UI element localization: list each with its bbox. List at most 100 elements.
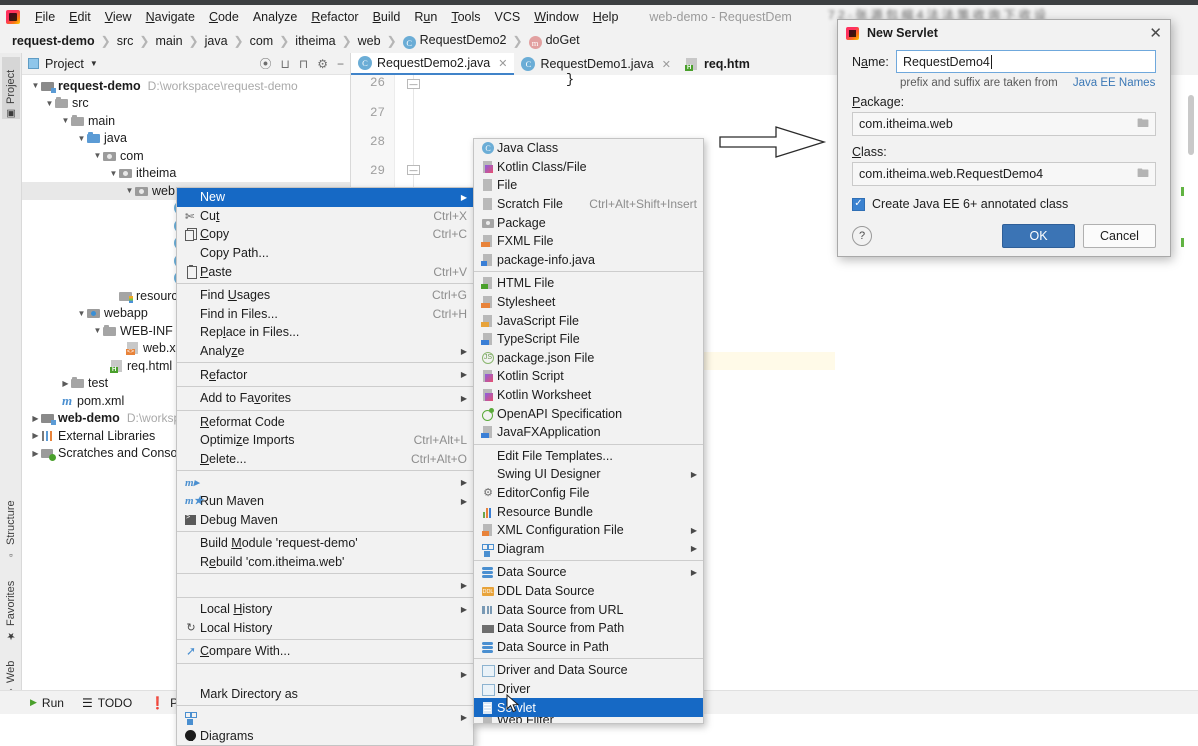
context-menu-item-mark-directory-as[interactable]: ▶ bbox=[177, 666, 473, 685]
chevron-down-icon[interactable]: ▼ bbox=[92, 151, 103, 160]
context-menu-item-optimize-imports[interactable]: Optimize Imports Ctrl+Alt+L bbox=[177, 431, 473, 450]
context-menu-item-copy-path[interactable]: Copy Path... bbox=[177, 244, 473, 263]
fold-marker[interactable]: — bbox=[407, 165, 420, 175]
annotated-class-checkbox-row[interactable]: ✓ Create Java EE 6+ annotated class bbox=[852, 197, 1156, 211]
close-icon[interactable]: ✕ bbox=[662, 58, 671, 71]
submenu-item-ddl-data-source[interactable]: DDL DDL Data Source bbox=[474, 582, 703, 601]
context-menu-item-new[interactable]: New ▶ bbox=[177, 188, 473, 207]
submenu-item-typescript-file[interactable]: TypeScript File bbox=[474, 330, 703, 349]
browse-folder-icon[interactable]: 🖿 bbox=[1137, 114, 1149, 135]
locate-icon[interactable]: ⦿ bbox=[259, 55, 271, 72]
context-menu-item-create-gist[interactable]: Diagrams bbox=[177, 726, 473, 745]
submenu-item-swing-ui-designer[interactable]: Swing UI Designer ▶ bbox=[474, 465, 703, 484]
breadcrumb-item-src[interactable]: src bbox=[117, 34, 134, 48]
expand-all-icon[interactable]: ⊓ bbox=[299, 57, 308, 71]
context-menu-item-debug-maven[interactable]: m★ Run Maven ▶ bbox=[177, 492, 473, 511]
name-input[interactable]: RequestDemo4 bbox=[896, 50, 1156, 73]
submenu-item-web-filter[interactable]: Web Filter bbox=[474, 716, 703, 723]
hide-icon[interactable]: − bbox=[337, 57, 344, 71]
editor-scrollbar[interactable] bbox=[1188, 95, 1194, 155]
chevron-right-icon[interactable]: ▶ bbox=[30, 449, 41, 458]
collapse-all-icon[interactable]: ⊔ bbox=[280, 57, 289, 71]
chevron-down-icon[interactable]: ▼ bbox=[92, 326, 103, 335]
context-menu-item-diagrams[interactable]: ▶ bbox=[177, 708, 473, 727]
submenu-item-openapi-specification[interactable]: OpenAPI Specification bbox=[474, 404, 703, 423]
context-menu-item-copy[interactable]: Copy Ctrl+C bbox=[177, 225, 473, 244]
bottom-item-run[interactable]: ▶ Run bbox=[30, 696, 64, 710]
submenu-item-scratch-file[interactable]: Scratch File Ctrl+Alt+Shift+Insert bbox=[474, 195, 703, 214]
checkbox-checked-icon[interactable]: ✓ bbox=[852, 197, 865, 211]
sidebar-item-favorites[interactable]: ★ Favorites bbox=[2, 571, 20, 641]
menu-item-analyze[interactable]: Analyze bbox=[246, 8, 304, 26]
submenu-item-data-source[interactable]: Data Source ▶ bbox=[474, 563, 703, 582]
chevron-right-icon[interactable]: ▶ bbox=[60, 379, 71, 388]
menu-item-file[interactable]: File bbox=[28, 8, 62, 26]
context-menu-item-paste[interactable]: Paste Ctrl+V bbox=[177, 262, 473, 281]
submenu-item-package-json-file[interactable]: JS package.json File bbox=[474, 349, 703, 368]
menu-item-help[interactable]: Help bbox=[586, 8, 626, 26]
submenu-item-data-source-in-path[interactable]: Data Source in Path bbox=[474, 637, 703, 656]
menu-item-code[interactable]: Code bbox=[202, 8, 246, 26]
tree-node-main[interactable]: ▼ main bbox=[22, 112, 350, 130]
menu-item-view[interactable]: View bbox=[98, 8, 139, 26]
context-menu-item-remove-bom[interactable]: Mark Directory as bbox=[177, 684, 473, 703]
submenu-item-xml-configuration-file[interactable]: XML Configuration File ▶ bbox=[474, 521, 703, 540]
submenu-item-stylesheet[interactable]: Stylesheet bbox=[474, 293, 703, 312]
chevron-down-icon[interactable]: ▼ bbox=[60, 116, 71, 125]
ok-button[interactable]: OK bbox=[1002, 224, 1075, 248]
submenu-item-kotlin-worksheet[interactable]: Kotlin Worksheet bbox=[474, 386, 703, 405]
tab-request-demo2[interactable]: C RequestDemo2.java ✕ bbox=[351, 53, 515, 75]
submenu-item-kotlin-script[interactable]: Kotlin Script bbox=[474, 367, 703, 386]
breadcrumb-item-project[interactable]: request-demo bbox=[12, 34, 95, 48]
help-button[interactable]: ? bbox=[852, 226, 872, 246]
breadcrumb-item-class[interactable]: C RequestDemo2 bbox=[402, 33, 507, 50]
class-input[interactable]: com.itheima.web.RequestDemo4 🖿 bbox=[852, 162, 1156, 186]
submenu-item-kotlin-class-file[interactable]: Kotlin Class/File bbox=[474, 158, 703, 177]
menu-item-navigate[interactable]: Navigate bbox=[139, 8, 202, 26]
context-menu-item-replace-in-files[interactable]: Replace in Files... bbox=[177, 323, 473, 342]
close-icon[interactable]: ✕ bbox=[498, 57, 507, 70]
chevron-down-icon[interactable]: ▼ bbox=[108, 169, 119, 178]
context-menu-item-rebuild[interactable]: Rebuild 'com.itheima.web' bbox=[177, 553, 473, 572]
submenu-item-file[interactable]: File bbox=[474, 176, 703, 195]
menu-item-edit[interactable]: Edit bbox=[62, 8, 98, 26]
submenu-item-editorconfig-file[interactable]: ⚙ EditorConfig File bbox=[474, 484, 703, 503]
submenu-item-javascript-file[interactable]: JavaScript File bbox=[474, 311, 703, 330]
menu-item-build[interactable]: Build bbox=[366, 8, 408, 26]
breadcrumb-item-web[interactable]: web bbox=[358, 34, 381, 48]
submenu-item-edit-file-templates[interactable]: Edit File Templates... bbox=[474, 447, 703, 466]
tree-node-itheima[interactable]: ▼ itheima bbox=[22, 165, 350, 183]
context-menu-item-build-module[interactable]: Build Module 'request-demo' bbox=[177, 534, 473, 553]
menu-item-refactor[interactable]: Refactor bbox=[304, 8, 365, 26]
chevron-down-icon[interactable]: ▼ bbox=[76, 134, 87, 143]
submenu-item-html-file[interactable]: HTML File bbox=[474, 274, 703, 293]
submenu-item-data-source-from-path[interactable]: Data Source from Path bbox=[474, 619, 703, 638]
new-submenu[interactable]: C Java Class Kotlin Class/File File Scra… bbox=[473, 138, 704, 724]
context-menu-item-open-terminal[interactable]: Debug Maven bbox=[177, 511, 473, 530]
cancel-button[interactable]: Cancel bbox=[1083, 224, 1156, 248]
submenu-item-fxml-file[interactable]: FXML File bbox=[474, 232, 703, 251]
bottom-item-todo[interactable]: ☰ TODO bbox=[82, 696, 132, 710]
package-input[interactable]: com.itheima.web 🖿 bbox=[852, 112, 1156, 136]
close-icon[interactable]: ✕ bbox=[1149, 26, 1162, 41]
context-menu-item-add-to-favorites[interactable]: Add to Favorites ▶ bbox=[177, 389, 473, 408]
context-menu-item-cut[interactable]: ✄ Cut Ctrl+X bbox=[177, 207, 473, 226]
context-menu-item-reload-from-disk[interactable]: ↻ Local History bbox=[177, 618, 473, 637]
context-menu-item-refactor[interactable]: Refactor ▶ bbox=[177, 365, 473, 384]
menu-item-window[interactable]: Window bbox=[527, 8, 585, 26]
chevron-down-icon[interactable]: ▼ bbox=[90, 59, 98, 68]
submenu-item-data-source-from-url[interactable]: Data Source from URL bbox=[474, 600, 703, 619]
breadcrumb-item-itheima[interactable]: itheima bbox=[295, 34, 335, 48]
breadcrumb-item-method[interactable]: m doGet bbox=[528, 33, 580, 50]
submenu-item-java-class[interactable]: C Java Class bbox=[474, 139, 703, 158]
gear-icon[interactable]: ⚙ bbox=[317, 57, 328, 71]
context-menu-item-open-in[interactable]: ▶ bbox=[177, 576, 473, 595]
chevron-down-icon[interactable]: ▼ bbox=[124, 186, 135, 195]
menu-item-vcs[interactable]: VCS bbox=[488, 8, 528, 26]
java-ee-names-link[interactable]: Java EE Names bbox=[1073, 77, 1155, 89]
browse-folder-icon[interactable]: 🖿 bbox=[1137, 164, 1149, 185]
tree-node-src[interactable]: ▼ src bbox=[22, 95, 350, 113]
context-menu-item-find-in-files[interactable]: Find in Files... Ctrl+H bbox=[177, 305, 473, 324]
submenu-item-diagram[interactable]: Diagram ▶ bbox=[474, 539, 703, 558]
tree-node-request-demo[interactable]: ▼ request-demo D:\workspace\request-demo bbox=[22, 77, 350, 95]
